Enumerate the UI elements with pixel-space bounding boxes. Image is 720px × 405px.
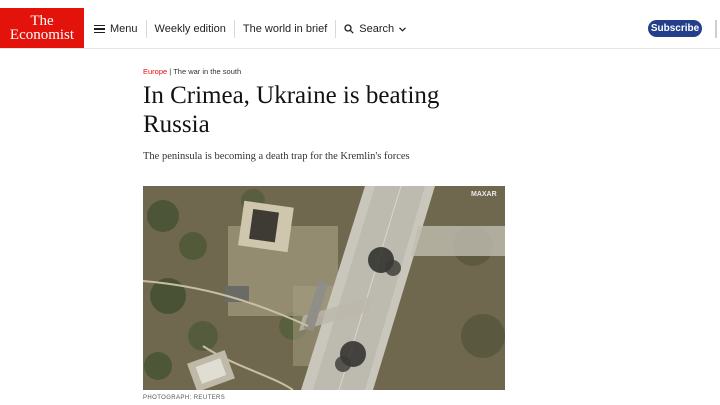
article-header: Europe | The war in the south In Crimea,…: [143, 66, 563, 163]
article-headline: In Crimea, Ukraine is beating Russia: [143, 82, 440, 138]
more-menu-edge[interactable]: [715, 20, 717, 38]
search-icon: [344, 24, 354, 34]
menu-button[interactable]: Menu: [94, 20, 138, 38]
subsection-label: The war in the south: [173, 67, 242, 76]
world-in-brief-link[interactable]: The world in brief: [243, 20, 327, 38]
weekly-edition-label: Weekly edition: [154, 23, 226, 35]
section-link[interactable]: Europe: [143, 67, 167, 76]
search-button[interactable]: Search: [344, 20, 407, 38]
subscribe-label: Subscribe: [650, 23, 700, 34]
logo-line-2: Economist: [9, 27, 75, 43]
logo-line-1: The: [30, 13, 54, 29]
menu-label: Menu: [110, 23, 138, 35]
breadcrumb: Europe | The war in the south: [143, 66, 563, 77]
search-label: Search: [359, 23, 395, 35]
article-subheadline: The peninsula is becoming a death trap f…: [143, 151, 410, 162]
photo-credit: PHOTOGRAPH: REUTERS: [143, 395, 226, 401]
world-in-brief-label: The world in brief: [242, 23, 328, 35]
subscribe-button[interactable]: Subscribe: [648, 20, 702, 37]
economist-logo[interactable]: The Economist: [0, 8, 84, 48]
main-nav: Menu Weekly edition The world in brief S…: [94, 20, 407, 38]
menu-icon: [94, 24, 105, 34]
top-navigation-bar: The Economist Menu Weekly edition The wo…: [0, 0, 720, 49]
satellite-image-illustration: MAXAR: [143, 186, 505, 390]
maxar-watermark: MAXAR: [471, 191, 497, 198]
nav-divider: [145, 20, 147, 38]
nav-divider: [233, 20, 235, 38]
chevron-down-icon: [399, 26, 407, 32]
weekly-edition-link[interactable]: Weekly edition: [155, 20, 226, 38]
satellite-photo: MAXAR: [143, 186, 505, 390]
nav-divider: [335, 20, 337, 38]
